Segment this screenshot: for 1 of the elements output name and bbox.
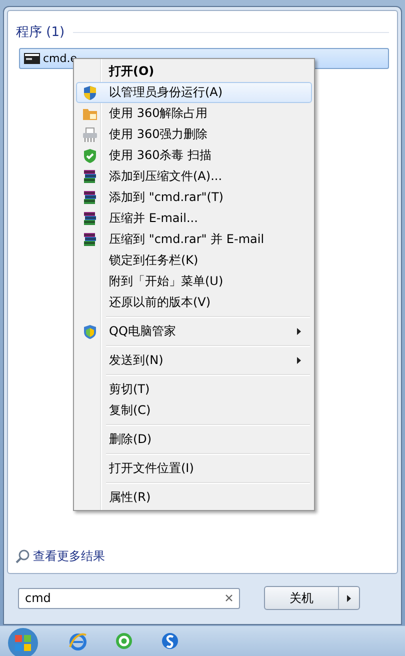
section-heading: 程序 (1) xyxy=(16,24,65,41)
